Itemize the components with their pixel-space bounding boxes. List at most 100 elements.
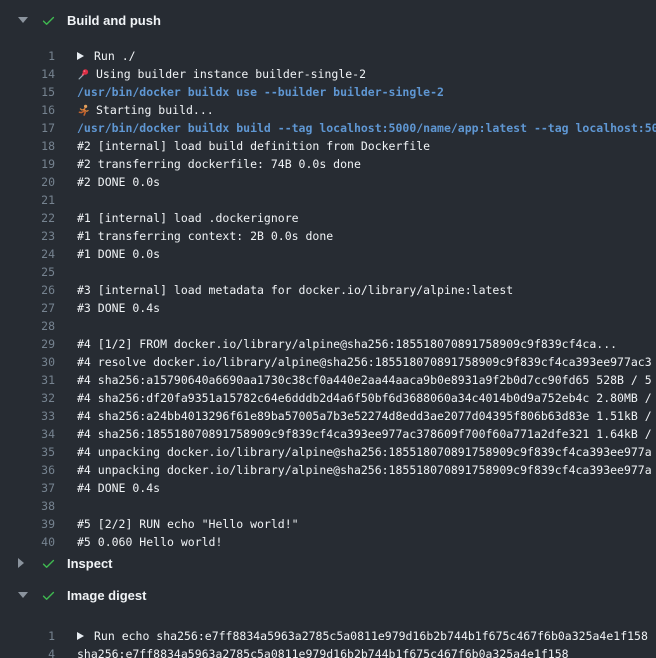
line-text: #2 transferring dockerfile: 74B 0.0s don… bbox=[77, 155, 656, 173]
section-header[interactable]: Inspect bbox=[0, 551, 656, 575]
log-line: 30 #4 resolve docker.io/library/alpine@s… bbox=[0, 353, 656, 371]
run-chevron-icon bbox=[77, 52, 84, 60]
line-text: #2 [internal] load build definition from… bbox=[77, 137, 656, 155]
log-line: 23 #1 transferring context: 2B 0.0s done bbox=[0, 227, 656, 245]
log-line: 26 #3 [internal] load metadata for docke… bbox=[0, 281, 656, 299]
log-line: 15 /usr/bin/docker buildx use --builder … bbox=[0, 83, 656, 101]
section-title: Build and push bbox=[67, 13, 161, 28]
log-line: 36 #4 unpacking docker.io/library/alpine… bbox=[0, 461, 656, 479]
log-line: 14 Using builder instance builder-single… bbox=[0, 65, 656, 83]
line-number[interactable]: 26 bbox=[0, 281, 55, 299]
line-number[interactable]: 20 bbox=[0, 173, 55, 191]
line-text: #4 sha256:a15790640a6690aa1730c38cf0a440… bbox=[77, 371, 656, 389]
chevron-down-icon[interactable] bbox=[18, 589, 30, 601]
section-log-lines: 1 Run ./ 14 Using builder instance build… bbox=[0, 32, 656, 551]
line-number[interactable]: 23 bbox=[0, 227, 55, 245]
line-text: #1 transferring context: 2B 0.0s done bbox=[77, 227, 656, 245]
log-line: 17 /usr/bin/docker buildx build --tag lo… bbox=[0, 119, 656, 137]
line-text: /usr/bin/docker buildx build --tag local… bbox=[77, 119, 656, 137]
line-text: #4 DONE 0.4s bbox=[77, 479, 656, 497]
workflow-log-viewer: Build and push 1 Run ./ 14 Using builder… bbox=[0, 8, 656, 658]
run-chevron-icon bbox=[77, 632, 84, 640]
runner-icon bbox=[77, 104, 90, 117]
pushpin-icon bbox=[77, 68, 90, 81]
line-number[interactable]: 22 bbox=[0, 209, 55, 227]
chevron-down-icon[interactable] bbox=[18, 14, 30, 26]
section-log-lines: 1 Run echo sha256:e7ff8834a5963a2785c5a0… bbox=[0, 607, 656, 658]
section-title: Inspect bbox=[67, 556, 113, 571]
line-number[interactable]: 38 bbox=[0, 497, 55, 515]
log-line: 31 #4 sha256:a15790640a6690aa1730c38cf0a… bbox=[0, 371, 656, 389]
log-line: 40 #5 0.060 Hello world! bbox=[0, 533, 656, 551]
log-line: 19 #2 transferring dockerfile: 74B 0.0s … bbox=[0, 155, 656, 173]
line-text bbox=[77, 191, 656, 209]
line-text: #5 0.060 Hello world! bbox=[77, 533, 656, 551]
line-number[interactable]: 1 bbox=[0, 47, 55, 65]
log-line: 4 sha256:e7ff8834a5963a2785c5a0811e979d1… bbox=[0, 645, 656, 658]
line-number[interactable]: 35 bbox=[0, 443, 55, 461]
line-number[interactable]: 39 bbox=[0, 515, 55, 533]
line-text bbox=[77, 497, 656, 515]
line-number[interactable]: 19 bbox=[0, 155, 55, 173]
line-text: #4 [1/2] FROM docker.io/library/alpine@s… bbox=[77, 335, 656, 353]
check-icon bbox=[41, 13, 56, 28]
line-number[interactable]: 25 bbox=[0, 263, 55, 281]
line-number[interactable]: 17 bbox=[0, 119, 55, 137]
line-text: #4 sha256:185518070891758909c9f839cf4ca3… bbox=[77, 425, 656, 443]
log-line: 29 #4 [1/2] FROM docker.io/library/alpin… bbox=[0, 335, 656, 353]
log-line: 38 bbox=[0, 497, 656, 515]
line-number[interactable]: 36 bbox=[0, 461, 55, 479]
line-number[interactable]: 30 bbox=[0, 353, 55, 371]
line-text: Using builder instance builder-single-2 bbox=[77, 65, 656, 83]
line-number[interactable]: 15 bbox=[0, 83, 55, 101]
line-number[interactable]: 29 bbox=[0, 335, 55, 353]
line-number[interactable]: 34 bbox=[0, 425, 55, 443]
line-number[interactable]: 28 bbox=[0, 317, 55, 335]
log-line: 27 #3 DONE 0.4s bbox=[0, 299, 656, 317]
section-title: Image digest bbox=[67, 588, 146, 603]
line-text: #4 sha256:a24bb4013296f61e89ba57005a7b3e… bbox=[77, 407, 656, 425]
line-number[interactable]: 33 bbox=[0, 407, 55, 425]
line-number[interactable]: 31 bbox=[0, 371, 55, 389]
log-section: Build and push 1 Run ./ 14 Using builder… bbox=[0, 8, 656, 551]
line-text: #1 DONE 0.0s bbox=[77, 245, 656, 263]
line-text: Starting build... bbox=[77, 101, 656, 119]
log-line: 1 Run ./ bbox=[0, 47, 656, 65]
log-line: 33 #4 sha256:a24bb4013296f61e89ba57005a7… bbox=[0, 407, 656, 425]
line-text bbox=[77, 263, 656, 281]
line-text: #4 sha256:df20fa9351a15782c64e6dddb2d4a6… bbox=[77, 389, 656, 407]
line-number[interactable]: 16 bbox=[0, 101, 55, 119]
log-line: 37 #4 DONE 0.4s bbox=[0, 479, 656, 497]
log-line: 39 #5 [2/2] RUN echo "Hello world!" bbox=[0, 515, 656, 533]
section-header[interactable]: Image digest bbox=[0, 583, 656, 607]
section-header[interactable]: Build and push bbox=[0, 8, 656, 32]
log-line: 21 bbox=[0, 191, 656, 209]
line-number[interactable]: 40 bbox=[0, 533, 55, 551]
check-icon bbox=[41, 556, 56, 571]
line-number[interactable]: 27 bbox=[0, 299, 55, 317]
log-line: 16 Starting build... bbox=[0, 101, 656, 119]
line-number[interactable]: 21 bbox=[0, 191, 55, 209]
log-line: 22 #1 [internal] load .dockerignore bbox=[0, 209, 656, 227]
line-text bbox=[77, 317, 656, 335]
line-number[interactable]: 18 bbox=[0, 137, 55, 155]
line-number[interactable]: 1 bbox=[0, 627, 55, 645]
line-number[interactable]: 4 bbox=[0, 645, 55, 658]
chevron-right-icon[interactable] bbox=[18, 557, 30, 569]
log-section: Inspect bbox=[0, 551, 656, 575]
log-line: 20 #2 DONE 0.0s bbox=[0, 173, 656, 191]
line-number[interactable]: 14 bbox=[0, 65, 55, 83]
line-text: #5 [2/2] RUN echo "Hello world!" bbox=[77, 515, 656, 533]
line-text: Run ./ bbox=[77, 47, 656, 65]
line-number[interactable]: 37 bbox=[0, 479, 55, 497]
line-text: Run echo sha256:e7ff8834a5963a2785c5a081… bbox=[77, 627, 656, 645]
log-line: 25 bbox=[0, 263, 656, 281]
log-line: 18 #2 [internal] load build definition f… bbox=[0, 137, 656, 155]
log-line: 24 #1 DONE 0.0s bbox=[0, 245, 656, 263]
log-section: Image digest 1 Run echo sha256:e7ff8834a… bbox=[0, 583, 656, 658]
line-number[interactable]: 32 bbox=[0, 389, 55, 407]
line-text: /usr/bin/docker buildx use --builder bui… bbox=[77, 83, 656, 101]
line-number[interactable]: 24 bbox=[0, 245, 55, 263]
line-text: #4 resolve docker.io/library/alpine@sha2… bbox=[77, 353, 656, 371]
log-line: 35 #4 unpacking docker.io/library/alpine… bbox=[0, 443, 656, 461]
